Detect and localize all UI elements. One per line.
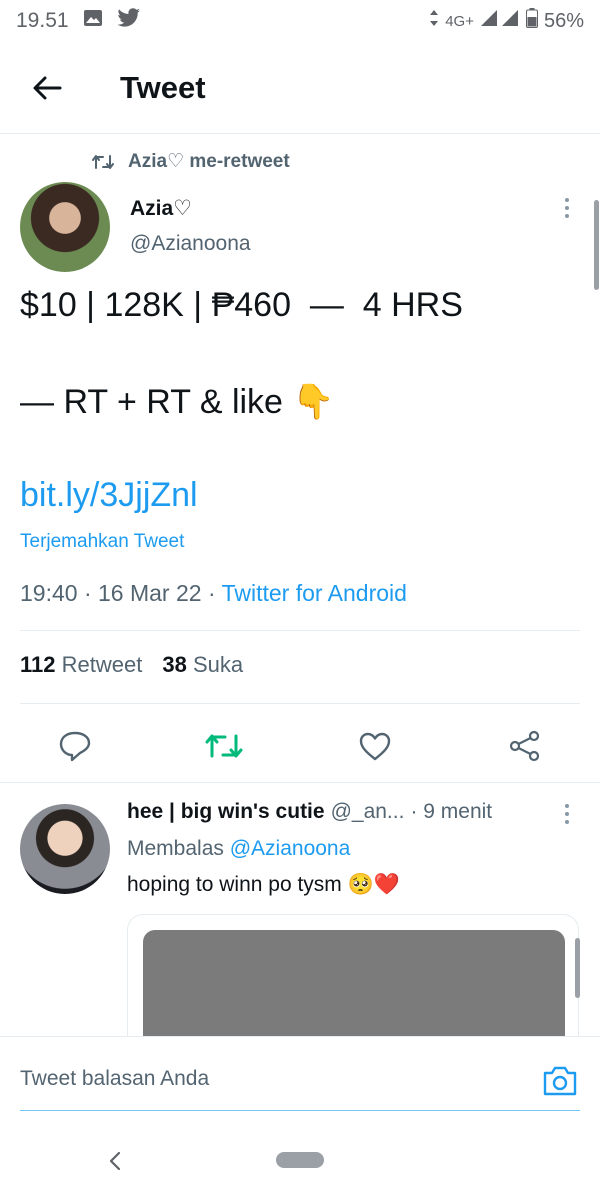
twitter-bird-icon bbox=[116, 8, 141, 34]
tweet-link[interactable]: bit.ly/3JjjZnl bbox=[20, 476, 198, 515]
camera-icon bbox=[543, 1066, 577, 1096]
reply-icon bbox=[59, 731, 91, 762]
retweet-context[interactable]: Azia♡ me-retweet bbox=[92, 150, 290, 173]
status-bar: 19.51 4G+ 56% bbox=[0, 0, 600, 42]
reply-text: hoping to winn po tysm 🥺❤️ bbox=[127, 873, 400, 896]
retweet-context-text: Azia♡ me-retweet bbox=[128, 151, 290, 172]
divider bbox=[20, 630, 580, 631]
share-button[interactable] bbox=[505, 726, 545, 766]
app-header: Tweet bbox=[0, 42, 600, 134]
tweet-text-line-1: $10 | 128K | ₱460 — 4 HRS bbox=[20, 286, 463, 324]
action-bar bbox=[0, 722, 600, 766]
data-arrows-icon bbox=[429, 9, 439, 33]
more-dot-icon bbox=[565, 812, 569, 816]
like-stat[interactable]: 38 Suka bbox=[162, 652, 243, 678]
reply-compose-bar: Tweet balasan Anda bbox=[0, 1036, 600, 1120]
more-dot-icon bbox=[565, 214, 569, 218]
reply-header: hee | big win's cutie @_an... · 9 menit bbox=[127, 800, 492, 824]
media-scrollbar[interactable] bbox=[575, 938, 580, 998]
tweet-timestamp: 19:40 · 16 Mar 22 · bbox=[20, 580, 222, 606]
reply-time: · 9 menit bbox=[410, 800, 493, 823]
like-count: 38 bbox=[162, 652, 187, 677]
tweet-text-line-2: — RT + RT & like 👇 bbox=[20, 383, 335, 421]
reply-input[interactable]: Tweet balasan Anda bbox=[20, 1067, 209, 1091]
divider bbox=[0, 782, 600, 783]
battery-icon bbox=[525, 8, 538, 34]
camera-button[interactable] bbox=[540, 1061, 580, 1101]
more-dot-icon bbox=[565, 206, 569, 210]
replying-to-mention[interactable]: @Azianoona bbox=[230, 837, 351, 860]
translate-link[interactable]: Terjemahkan Tweet bbox=[20, 531, 184, 553]
more-dot-icon bbox=[565, 198, 569, 202]
arrow-left-icon bbox=[33, 76, 62, 99]
back-button[interactable] bbox=[22, 63, 72, 113]
retweet-count: 112 bbox=[20, 652, 56, 677]
status-time: 19.51 bbox=[16, 9, 69, 32]
tweet-stats: 112 Retweet 38 Suka bbox=[20, 652, 243, 678]
tweet-meta: 19:40 · 16 Mar 22 · Twitter for Android bbox=[20, 580, 407, 607]
chevron-left-icon bbox=[109, 1151, 121, 1171]
reply-author-handle[interactable]: @_an... bbox=[331, 800, 405, 824]
retweet-button[interactable] bbox=[204, 726, 244, 766]
scrollbar[interactable] bbox=[594, 200, 599, 290]
author-name[interactable]: Azia♡ bbox=[130, 196, 192, 221]
reply-button[interactable] bbox=[55, 726, 95, 766]
nav-back-button[interactable] bbox=[100, 1146, 130, 1176]
signal-icon bbox=[480, 9, 520, 33]
retweet-icon bbox=[205, 734, 243, 758]
reply-more-options-button[interactable] bbox=[555, 796, 579, 832]
divider bbox=[20, 703, 580, 704]
network-type: 4G+ bbox=[445, 12, 474, 30]
gallery-icon bbox=[83, 9, 103, 33]
page-title: Tweet bbox=[120, 69, 206, 105]
replying-to-prefix: Membalas bbox=[127, 837, 224, 860]
more-dot-icon bbox=[565, 804, 569, 808]
navigation-bar bbox=[0, 1120, 600, 1200]
replying-to: Membalas @Azianoona bbox=[127, 837, 350, 861]
tweet-source-link[interactable]: Twitter for Android bbox=[222, 580, 407, 606]
retweet-stat-label: Retweet bbox=[61, 652, 143, 677]
compose-underline bbox=[20, 1110, 580, 1111]
reply-author-name[interactable]: hee | big win's cutie bbox=[127, 800, 325, 824]
like-button[interactable] bbox=[355, 726, 395, 766]
retweet-small-icon bbox=[92, 154, 114, 169]
like-icon bbox=[359, 732, 391, 761]
status-right: 4G+ 56% bbox=[429, 8, 584, 34]
retweet-stat[interactable]: 112 Retweet bbox=[20, 652, 142, 678]
author-avatar[interactable] bbox=[20, 182, 110, 272]
like-stat-label: Suka bbox=[192, 652, 244, 677]
author-handle[interactable]: @Azianoona bbox=[130, 232, 251, 256]
more-options-button[interactable] bbox=[555, 190, 579, 226]
battery-level: 56% bbox=[543, 9, 584, 32]
reply-author-avatar[interactable] bbox=[20, 804, 110, 894]
more-dot-icon bbox=[565, 820, 569, 824]
share-icon bbox=[509, 730, 540, 762]
status-left: 19.51 bbox=[16, 8, 141, 34]
nav-home-pill[interactable] bbox=[276, 1152, 324, 1168]
